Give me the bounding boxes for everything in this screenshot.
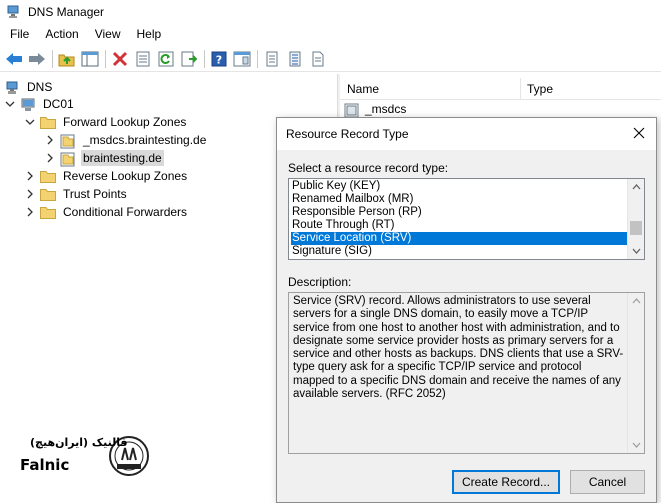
resource-record-type-dialog: Resource Record Type Select a resource r…: [276, 117, 657, 503]
tree-item-forward-lookup-zones[interactable]: Forward Lookup Zones: [24, 113, 188, 131]
tree-label-reverse-lookup-zones: Reverse Lookup Zones: [63, 169, 188, 183]
tree-label-trust-points: Trust Points: [63, 187, 127, 201]
svg-text:?: ?: [216, 53, 222, 66]
back-arrow-icon[interactable]: [4, 49, 24, 69]
tree-item-braintesting-zone[interactable]: braintesting.de: [44, 149, 164, 167]
show-hide-tree-icon[interactable]: [80, 49, 100, 69]
scroll-up-icon[interactable]: [628, 293, 644, 309]
listbox-scrollbar[interactable]: [627, 179, 644, 259]
select-record-type-label: Select a resource record type:: [288, 161, 449, 175]
tree-item-conditional-forwarders[interactable]: Conditional Forwarders: [24, 203, 189, 221]
detail-list-icon[interactable]: [285, 49, 305, 69]
chevron-right-icon[interactable]: [24, 170, 36, 182]
dialog-title-bar: Resource Record Type: [277, 118, 656, 150]
falnic-watermark: فالنیک (ایران‌هیچ) Falnic: [12, 430, 152, 480]
column-header-name[interactable]: Name: [347, 82, 379, 96]
chevron-right-icon[interactable]: [44, 134, 56, 146]
toolbar-separator: [52, 49, 53, 68]
description-box: Service (SRV) record. Allows administrat…: [288, 292, 645, 454]
chevron-right-icon[interactable]: [24, 188, 36, 200]
menu-file[interactable]: File: [2, 27, 37, 41]
record-type-option[interactable]: Signature (SIG): [291, 245, 627, 258]
scroll-down-icon[interactable]: [628, 243, 644, 259]
description-text: Service (SRV) record. Allows administrat…: [293, 295, 624, 401]
title-bar: DNS Manager: [0, 0, 661, 24]
scrollbar-thumb[interactable]: [630, 221, 642, 235]
tree-item-reverse-lookup-zones[interactable]: Reverse Lookup Zones: [24, 167, 189, 185]
create-record-button[interactable]: Create Record...: [452, 470, 560, 494]
chevron-right-icon[interactable]: [24, 206, 36, 218]
list-header: Name Type: [340, 78, 661, 100]
folder-up-icon[interactable]: [57, 49, 77, 69]
console-icon[interactable]: [232, 49, 252, 69]
tree-item-trust-points[interactable]: Trust Points: [24, 185, 129, 203]
properties-icon[interactable]: [133, 49, 153, 69]
toolbar-separator: [204, 49, 205, 68]
forward-arrow-icon[interactable]: [27, 49, 47, 69]
tree-label-conditional-forwarders: Conditional Forwarders: [63, 205, 188, 219]
document-icon[interactable]: [308, 49, 328, 69]
record-type-option[interactable]: Route Through (RT): [291, 219, 627, 232]
cancel-button[interactable]: Cancel: [570, 470, 645, 494]
toolbar-separator: [257, 49, 258, 68]
column-header-type[interactable]: Type: [527, 82, 553, 96]
delete-icon[interactable]: [110, 49, 130, 69]
watermark-brand-text: Falnic: [20, 456, 70, 474]
server-icon: [20, 98, 36, 111]
column-divider[interactable]: [520, 78, 521, 100]
chevron-right-icon[interactable]: [44, 152, 56, 164]
record-type-option-selected[interactable]: Service Location (SRV): [291, 232, 627, 245]
menu-view[interactable]: View: [87, 27, 129, 41]
folder-icon: [40, 170, 56, 183]
zone-icon: [344, 103, 360, 117]
window-title: DNS Manager: [28, 5, 105, 19]
tree-label-forward-lookup-zones: Forward Lookup Zones: [63, 115, 187, 129]
scroll-up-icon[interactable]: [628, 179, 644, 195]
record-type-option[interactable]: Responsible Person (RP): [291, 206, 627, 219]
list-item-label: _msdcs: [365, 102, 407, 116]
folder-icon: [40, 206, 56, 219]
chevron-down-icon[interactable]: [4, 98, 16, 110]
tree-item-msdcs-zone[interactable]: _msdcs.braintesting.de: [44, 131, 208, 149]
watermark-arabic-text: فالنیک (ایران‌هیچ): [30, 436, 128, 449]
dns-icon: [4, 81, 20, 94]
tree-label-dc01: DC01: [43, 97, 74, 111]
record-type-option[interactable]: Public Key (KEY): [291, 180, 627, 193]
dns-manager-icon: [6, 5, 20, 19]
record-type-listbox[interactable]: Public Key (KEY) Renamed Mailbox (MR) Re…: [288, 178, 645, 260]
folder-icon: [40, 116, 56, 129]
chevron-down-icon[interactable]: [24, 116, 36, 128]
list-item[interactable]: _msdcs: [344, 102, 407, 117]
tree-label-braintesting-zone: braintesting.de: [81, 150, 164, 166]
export-list-icon[interactable]: [179, 49, 199, 69]
close-icon[interactable]: [632, 126, 646, 140]
menu-bar: File Action View Help: [0, 24, 661, 44]
menu-help[interactable]: Help: [129, 27, 170, 41]
record-type-option[interactable]: Renamed Mailbox (MR): [291, 193, 627, 206]
refresh-icon[interactable]: [156, 49, 176, 69]
description-scrollbar[interactable]: [627, 293, 644, 453]
tree-item-dc01[interactable]: DC01: [4, 95, 76, 113]
zone-icon: [60, 152, 76, 166]
dialog-title: Resource Record Type: [286, 127, 409, 141]
toolbar-separator: [105, 49, 106, 68]
tree-label-dns: DNS: [27, 80, 53, 94]
toolbar: ?: [0, 46, 661, 72]
tree-item-dns[interactable]: DNS: [4, 78, 54, 96]
zone-icon: [60, 134, 76, 148]
tree-label-msdcs-zone: _msdcs.braintesting.de: [83, 133, 207, 147]
folder-icon: [40, 188, 56, 201]
description-label: Description:: [288, 275, 352, 289]
list-icon[interactable]: [262, 49, 282, 69]
scroll-down-icon[interactable]: [628, 437, 644, 453]
help-icon[interactable]: ?: [209, 49, 229, 69]
menu-action[interactable]: Action: [37, 27, 86, 41]
